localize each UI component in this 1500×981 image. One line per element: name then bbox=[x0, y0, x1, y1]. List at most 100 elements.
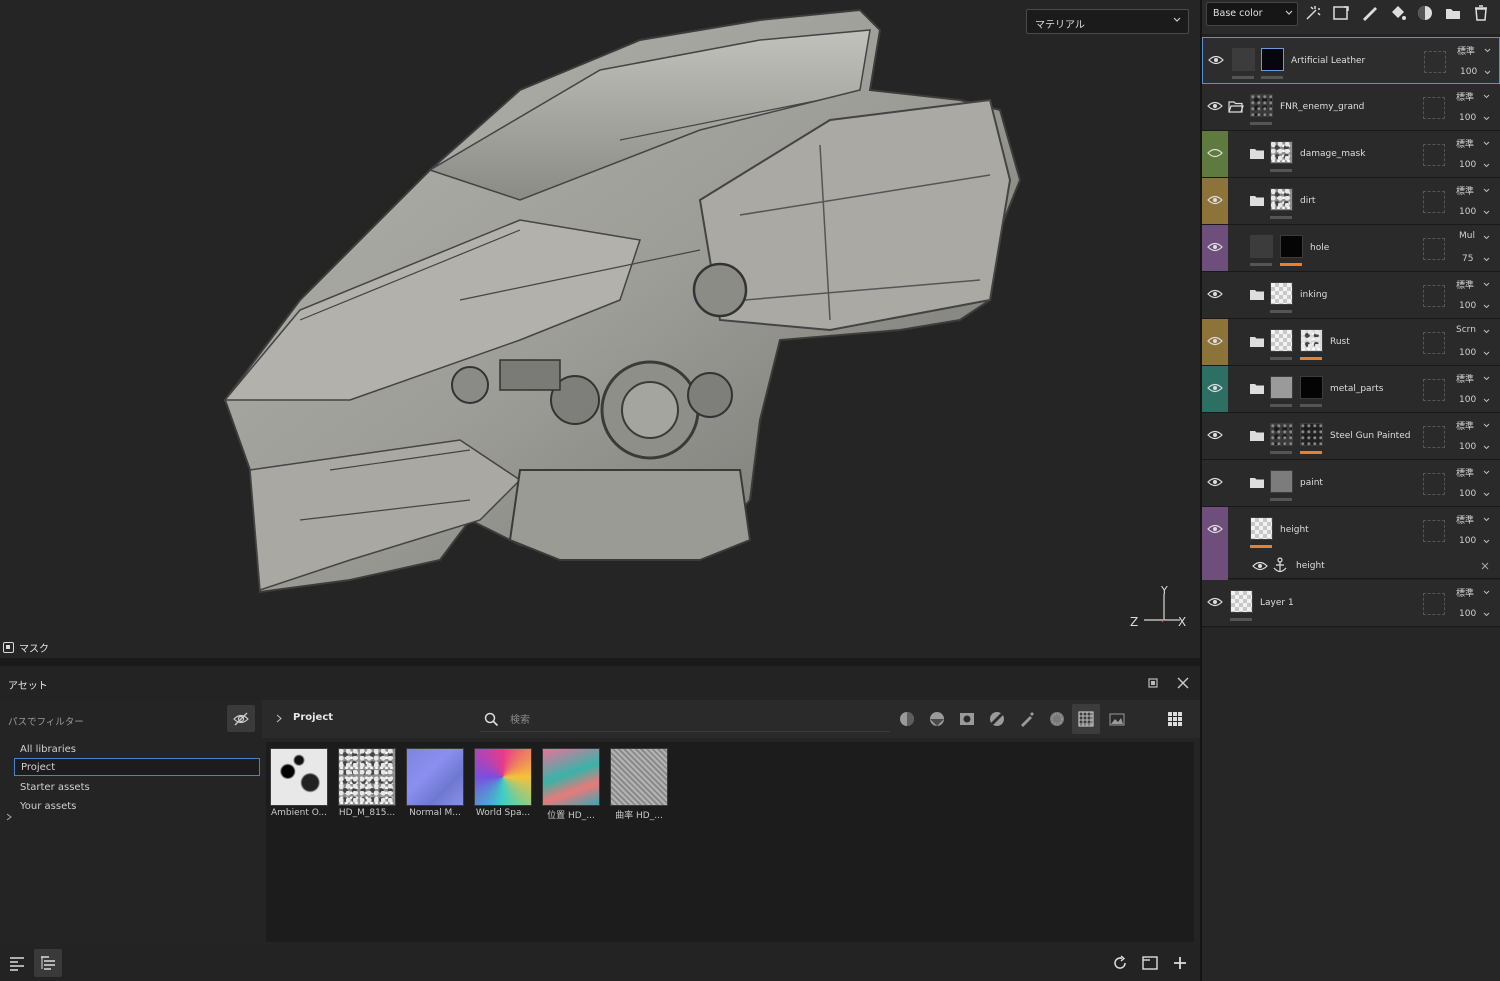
chevron-down-icon[interactable] bbox=[1483, 187, 1490, 194]
opacity-value[interactable]: 100 bbox=[1459, 160, 1476, 170]
eye-icon[interactable] bbox=[1207, 476, 1223, 488]
chevron-right-icon[interactable] bbox=[6, 813, 12, 821]
layer-row[interactable]: metal_parts 標準 100 bbox=[1202, 366, 1500, 413]
asset-thumbnail[interactable]: Normal M... bbox=[405, 748, 465, 818]
folder-icon[interactable] bbox=[1249, 476, 1265, 489]
hide-filter-button[interactable] bbox=[227, 705, 255, 732]
opacity-value[interactable]: 100 bbox=[1459, 442, 1476, 452]
mask-toggle[interactable]: マスク bbox=[3, 640, 49, 655]
layer-row[interactable]: height 標準 100 bbox=[1202, 507, 1500, 580]
opacity-value[interactable]: 100 bbox=[1459, 395, 1476, 405]
add-effect-icon[interactable] bbox=[1304, 4, 1322, 22]
filter-procedural-icon[interactable] bbox=[988, 710, 1006, 728]
chevron-down-icon[interactable] bbox=[1483, 375, 1490, 382]
refresh-icon[interactable] bbox=[1111, 954, 1129, 972]
add-paint-layer-icon[interactable] bbox=[1360, 4, 1378, 22]
search-input[interactable] bbox=[510, 712, 880, 728]
chevron-down-icon[interactable] bbox=[1483, 422, 1490, 429]
library-project[interactable]: Project bbox=[14, 758, 260, 776]
mask-thumbnail[interactable] bbox=[1280, 235, 1303, 258]
chevron-right-icon[interactable] bbox=[276, 714, 282, 723]
layer-row[interactable]: FNR_enemy_grand 標準 100 bbox=[1202, 84, 1500, 131]
layer-row[interactable]: paint 標準 100 bbox=[1202, 460, 1500, 507]
filter-material-icon[interactable] bbox=[898, 710, 916, 728]
asset-search[interactable] bbox=[480, 709, 890, 732]
grid-view-icon[interactable] bbox=[1166, 710, 1184, 728]
eye-icon[interactable] bbox=[1208, 54, 1224, 66]
opacity-value[interactable]: 100 bbox=[1459, 348, 1476, 358]
folder-icon[interactable] bbox=[1249, 194, 1265, 207]
chevron-down-icon[interactable] bbox=[1483, 140, 1490, 147]
chevron-down-icon[interactable] bbox=[1483, 234, 1490, 241]
chevron-down-icon[interactable] bbox=[1484, 69, 1491, 76]
eye-icon[interactable] bbox=[1207, 596, 1223, 608]
blend-mode[interactable]: 標準 bbox=[1456, 513, 1474, 526]
blend-mode[interactable]: 標準 bbox=[1456, 372, 1474, 385]
blend-mode[interactable]: Scrn bbox=[1456, 325, 1476, 335]
layer-fx-slot[interactable] bbox=[1423, 426, 1445, 448]
mask-checkbox-icon[interactable] bbox=[3, 641, 14, 653]
list-view-icon[interactable] bbox=[8, 954, 26, 972]
library-all[interactable]: All libraries bbox=[14, 741, 260, 759]
folder-icon[interactable] bbox=[1249, 288, 1265, 301]
filter-alpha-icon[interactable] bbox=[1048, 710, 1066, 728]
layer-fx-slot[interactable] bbox=[1423, 520, 1445, 542]
3d-model-render[interactable] bbox=[0, 0, 1200, 658]
chevron-down-icon[interactable] bbox=[1483, 93, 1490, 100]
opacity-value[interactable]: 75 bbox=[1462, 254, 1473, 264]
eye-icon[interactable] bbox=[1207, 288, 1223, 300]
layer-fx-slot[interactable] bbox=[1423, 379, 1445, 401]
blend-mode[interactable]: 標準 bbox=[1456, 90, 1474, 103]
asset-thumbnail[interactable]: World Spa... bbox=[473, 748, 533, 818]
chevron-down-icon[interactable] bbox=[1483, 469, 1490, 476]
eye-icon[interactable] bbox=[1207, 194, 1223, 206]
layer-stack-empty-area[interactable] bbox=[1202, 628, 1500, 981]
folder-icon[interactable] bbox=[1249, 382, 1265, 395]
breadcrumb[interactable]: Project bbox=[293, 712, 333, 723]
chevron-down-icon[interactable] bbox=[1483, 516, 1490, 523]
blend-mode[interactable]: 標準 bbox=[1456, 466, 1474, 479]
blend-mode[interactable]: 標準 bbox=[1456, 137, 1474, 150]
layer-fx-slot[interactable] bbox=[1423, 332, 1445, 354]
layer-fx-slot[interactable] bbox=[1424, 51, 1446, 73]
folder-icon[interactable] bbox=[1249, 429, 1265, 442]
chevron-down-icon[interactable] bbox=[1483, 611, 1490, 618]
layer-row[interactable]: Steel Gun Painted 標準 100 bbox=[1202, 413, 1500, 460]
add-smart-material-icon[interactable] bbox=[1416, 4, 1434, 22]
panel-divider[interactable] bbox=[0, 658, 1200, 666]
blend-mode[interactable]: 標準 bbox=[1456, 184, 1474, 197]
layer-fx-slot[interactable] bbox=[1423, 473, 1445, 495]
layer-row[interactable]: Rust Scrn 100 bbox=[1202, 319, 1500, 366]
opacity-value[interactable]: 100 bbox=[1459, 207, 1476, 217]
viewport-mode-dropdown[interactable]: マテリアル bbox=[1026, 9, 1189, 34]
detail-view-button[interactable] bbox=[34, 949, 62, 977]
add-mask-icon[interactable] bbox=[1332, 4, 1350, 22]
filter-smart-material-icon[interactable] bbox=[928, 710, 946, 728]
library-starter-assets[interactable]: Starter assets bbox=[14, 779, 260, 797]
chevron-down-icon[interactable] bbox=[1483, 303, 1490, 310]
chevron-down-icon[interactable] bbox=[1483, 491, 1490, 498]
chevron-down-icon[interactable] bbox=[1483, 538, 1490, 545]
chevron-down-icon[interactable] bbox=[1483, 350, 1490, 357]
layer-fx-slot[interactable] bbox=[1423, 238, 1445, 260]
asset-thumbnail[interactable]: Ambient O... bbox=[269, 748, 329, 818]
chevron-down-icon[interactable] bbox=[1483, 281, 1490, 288]
opacity-value[interactable]: 100 bbox=[1459, 609, 1476, 619]
add-icon[interactable] bbox=[1171, 954, 1189, 972]
mask-thumbnail[interactable] bbox=[1261, 48, 1284, 71]
chevron-down-icon[interactable] bbox=[1483, 115, 1490, 122]
chevron-down-icon[interactable] bbox=[1483, 256, 1490, 263]
chevron-down-icon[interactable] bbox=[1483, 162, 1490, 169]
asset-thumbnail[interactable]: 曲率 HD_... bbox=[609, 748, 669, 821]
delete-layer-icon[interactable] bbox=[1472, 4, 1490, 22]
folder-icon[interactable] bbox=[1249, 147, 1265, 160]
opacity-value[interactable]: 100 bbox=[1459, 489, 1476, 499]
layer-row[interactable]: inking 標準 100 bbox=[1202, 272, 1500, 319]
3d-viewport[interactable]: マテリアル Y Z X マスク bbox=[0, 0, 1200, 658]
eye-icon[interactable] bbox=[1207, 429, 1223, 441]
import-folder-icon[interactable] bbox=[1141, 954, 1159, 972]
layer-fx-slot[interactable] bbox=[1423, 285, 1445, 307]
blend-mode[interactable]: Mul bbox=[1459, 231, 1475, 241]
eye-icon[interactable] bbox=[1207, 523, 1223, 535]
layer-row[interactable]: dirt 標準 100 bbox=[1202, 178, 1500, 225]
